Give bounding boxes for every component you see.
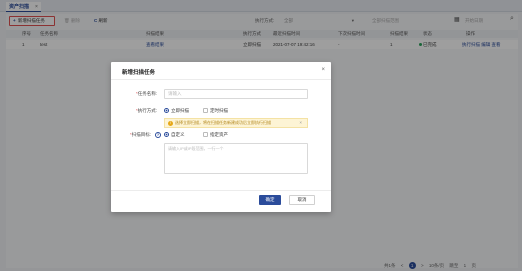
divider <box>111 190 331 191</box>
task-name-input[interactable]: 请输入 <box>164 89 308 99</box>
alert-close-icon[interactable]: × <box>299 119 302 127</box>
help-icon[interactable]: ? <box>155 132 161 138</box>
info-alert: ! 选择立即扫描，将在扫描任务新建成功后立即执行扫描 × <box>164 118 308 128</box>
close-icon[interactable]: × <box>321 67 325 73</box>
exec-mode-label: *执行方式: <box>135 108 157 113</box>
radio-immediate[interactable]: 立即扫描 <box>164 107 189 114</box>
alert-text: 选择立即扫描，将在扫描任务新建成功后立即执行扫描 <box>175 120 271 125</box>
task-name-label: *任务名称: <box>135 91 157 96</box>
radio-checked-icon <box>164 107 169 113</box>
dialog-title: 新增扫描任务 <box>122 70 156 76</box>
scan-target-label: *扫描目标: <box>129 132 151 137</box>
radio-specified-assets[interactable]: 指定资产 <box>203 131 228 138</box>
radio-unchecked-icon <box>203 107 208 113</box>
scan-target-textarea[interactable]: 请输入IP或IP段范围，一行一个 <box>164 143 308 174</box>
confirm-button[interactable]: 确定 <box>259 195 281 205</box>
warning-icon: ! <box>168 121 173 126</box>
divider <box>111 79 331 80</box>
radio-custom[interactable]: 自定义 <box>164 131 185 138</box>
cancel-button[interactable]: 取消 <box>289 195 315 205</box>
new-scan-task-dialog: 新增扫描任务 × *任务名称: 请输入 *执行方式: 立即扫描 定时扫描 ! 选择… <box>111 62 331 212</box>
radio-checked-icon <box>164 131 169 137</box>
radio-unchecked-icon <box>203 131 208 137</box>
radio-scheduled[interactable]: 定时扫描 <box>203 107 228 114</box>
